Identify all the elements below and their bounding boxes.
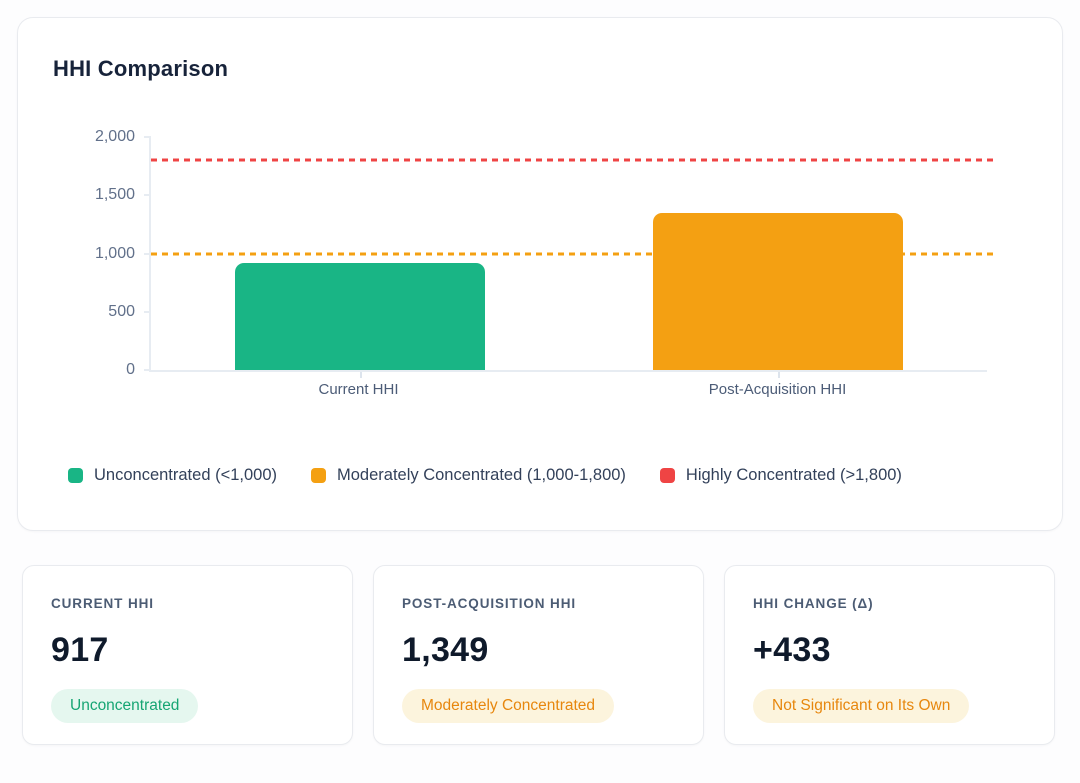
stat-value: 1,349 xyxy=(402,631,675,670)
stat-label: CURRENT HHI xyxy=(51,596,324,611)
y-axis-tick-mark xyxy=(144,369,151,371)
y-axis-tick-mark xyxy=(144,253,151,255)
stat-value: +433 xyxy=(753,631,1026,670)
status-badge: Unconcentrated xyxy=(51,689,198,723)
bar-slot xyxy=(151,137,569,370)
legend-swatch-icon xyxy=(660,468,675,483)
legend-item: Highly Concentrated (>1,800) xyxy=(660,466,902,485)
y-axis-tick-mark xyxy=(144,311,151,313)
bar-current-hhi[interactable] xyxy=(235,263,486,370)
stat-label: HHI CHANGE (Δ) xyxy=(753,596,1026,611)
hhi-bar-chart: 05001,0001,5002,000 Current HHIPost-Acqu… xyxy=(149,137,1027,398)
x-axis-category-label: Post-Acquisition HHI xyxy=(568,381,987,398)
stat-card-current-hhi: CURRENT HHI 917 Unconcentrated xyxy=(22,565,353,745)
bar-post-acquisition-hhi[interactable] xyxy=(653,213,904,370)
stats-row: CURRENT HHI 917 Unconcentrated POST-ACQU… xyxy=(22,565,1055,745)
legend-item: Moderately Concentrated (1,000-1,800) xyxy=(311,466,626,485)
legend-label: Highly Concentrated (>1,800) xyxy=(686,466,902,485)
y-axis-tick-label: 1,500 xyxy=(95,186,135,204)
y-axis-tick-label: 0 xyxy=(126,361,135,379)
y-axis-tick-label: 500 xyxy=(108,303,135,321)
legend-swatch-icon xyxy=(311,468,326,483)
stat-card-hhi-change: HHI CHANGE (Δ) +433 Not Significant on I… xyxy=(724,565,1055,745)
bar-slot xyxy=(569,137,987,370)
legend-swatch-icon xyxy=(68,468,83,483)
y-axis-tick-label: 2,000 xyxy=(95,128,135,146)
bar-slots xyxy=(151,137,987,370)
status-badge: Not Significant on Its Own xyxy=(753,689,969,723)
plot-area: 05001,0001,5002,000 xyxy=(149,137,987,372)
chart-legend: Unconcentrated (<1,000) Moderately Concen… xyxy=(68,466,1027,485)
stat-card-post-acquisition-hhi: POST-ACQUISITION HHI 1,349 Moderately Co… xyxy=(373,565,704,745)
hhi-comparison-card: HHI Comparison 05001,0001,5002,000 Curre… xyxy=(17,17,1063,531)
y-axis-tick-mark xyxy=(144,194,151,196)
stat-label: POST-ACQUISITION HHI xyxy=(402,596,675,611)
legend-label: Moderately Concentrated (1,000-1,800) xyxy=(337,466,626,485)
legend-label: Unconcentrated (<1,000) xyxy=(94,466,277,485)
x-axis-labels: Current HHIPost-Acquisition HHI xyxy=(149,381,987,398)
stat-value: 917 xyxy=(51,631,324,670)
y-axis-tick-label: 1,000 xyxy=(95,245,135,263)
y-axis-tick-mark xyxy=(144,136,151,138)
x-axis-category-label: Current HHI xyxy=(149,381,568,398)
chart-title: HHI Comparison xyxy=(53,56,1027,82)
status-badge: Moderately Concentrated xyxy=(402,689,614,723)
legend-item: Unconcentrated (<1,000) xyxy=(68,466,277,485)
